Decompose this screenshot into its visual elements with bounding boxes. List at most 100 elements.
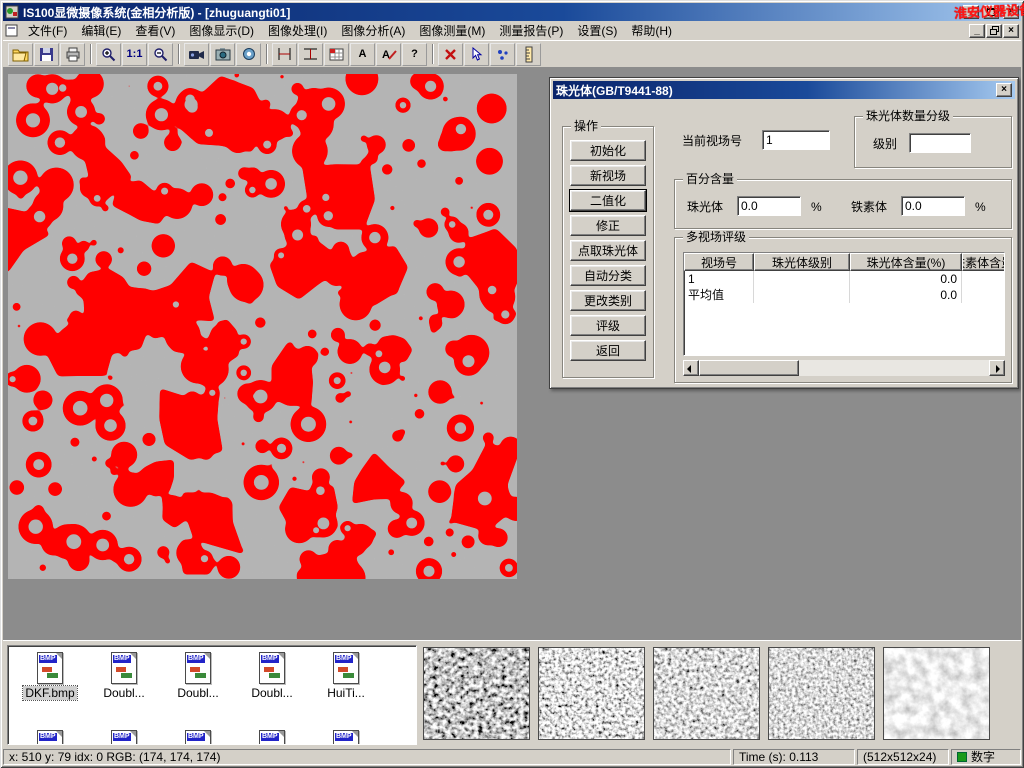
scrollbar-thumb[interactable] [699,360,799,376]
application-window: IS100显微摄像系统(金相分析版) - [zhuguangti01] _ × … [0,0,1024,768]
help-button[interactable]: ? [402,43,427,66]
binarize-button[interactable]: 二值化 [570,190,646,211]
table-row[interactable]: 平均值 0.0 [684,287,1004,303]
caliper-horizontal-icon [277,47,292,61]
menu-file[interactable]: 文件(F) [21,20,74,42]
file-item[interactable]: BMP [88,730,160,745]
change-class-button[interactable]: 更改类别 [570,290,646,311]
grid-measure-button[interactable] [324,43,349,66]
current-field-input[interactable] [762,130,830,150]
pointer-select-button[interactable] [464,43,489,66]
cursor-position-status: x: 510 y: 79 idx: 0 RGB: (174, 174, 174) [3,749,731,765]
cell-content: 0.0 [850,287,962,303]
menu-image-processing[interactable]: 图像处理(I) [261,20,334,42]
thumbnail-1[interactable] [423,647,530,740]
document-icon [5,24,19,37]
return-button[interactable]: 返回 [570,340,646,361]
bmp-badge: BMP [335,733,353,741]
file-item[interactable]: BMP [14,730,86,745]
bmp-badge: BMP [187,733,205,741]
file-item[interactable]: BMP [162,730,234,745]
menu-measure-report[interactable]: 测量报告(P) [492,20,570,42]
thumbnail-3[interactable] [653,647,760,740]
text-label-button[interactable]: A [350,43,375,66]
mdi-minimize-button[interactable]: _ [969,24,985,38]
dialog-close-button[interactable]: × [996,83,1012,97]
grade-button[interactable]: 评级 [570,315,646,336]
lens-icon [242,47,256,61]
cell-field: 1 [684,271,754,287]
pearlite-percent-input[interactable] [737,196,801,216]
table-row[interactable]: 1 0.0 [684,271,1004,287]
cell-extra [962,287,1005,303]
measure-length-button[interactable] [272,43,297,66]
mdi-restore-button[interactable] [986,24,1002,38]
ferrite-percent-input[interactable] [901,196,965,216]
zoom-in-button[interactable] [96,43,121,66]
annotate-button[interactable]: A [376,43,401,66]
current-field-label: 当前视场号 [682,134,742,148]
mdi-close-button[interactable]: × [1003,24,1019,38]
pearlite-label: 珠光体 [687,200,723,214]
pointer-icon [470,47,483,61]
zoom-out-button[interactable] [148,43,173,66]
camera-icon [215,47,231,61]
time-status: Time (s): 0.113 [733,749,855,765]
title-bar: IS100显微摄像系统(金相分析版) - [zhuguangti01] _ × [3,3,1021,21]
dialog-title-bar[interactable]: 珠光体(GB/T9441-88) × [553,81,1015,99]
pick-pearlite-button[interactable]: 点取珠光体 [570,240,646,261]
thumbnail-2[interactable] [538,647,645,740]
status-bar: x: 510 y: 79 idx: 0 RGB: (174, 174, 174)… [3,748,1021,765]
camera-button[interactable] [210,43,235,66]
file-item[interactable]: BMP [236,730,308,745]
file-item[interactable]: BMP Doubl... [88,652,160,700]
file-list[interactable]: BMP DKF.bmp BMP Doubl... BMP Doubl... BM… [7,645,417,745]
printer-icon [65,47,81,62]
percent-group-label: 百分含量 [683,172,737,186]
menu-settings[interactable]: 设置(S) [570,20,624,42]
thumbnail-4[interactable] [768,647,875,740]
file-item[interactable]: BMP [310,730,382,745]
file-name: Doubl... [101,686,146,700]
menu-help[interactable]: 帮助(H) [624,20,679,42]
file-item[interactable]: BMP HuiTi... [310,652,382,700]
menu-image-analysis[interactable]: 图像分析(A) [334,20,412,42]
dialog-title: 珠光体(GB/T9441-88) [556,82,673,99]
ruler-button[interactable] [516,43,541,66]
measure-width-button[interactable] [298,43,323,66]
open-folder-icon [12,47,29,62]
file-name: DKF.bmp [23,686,76,700]
menu-edit[interactable]: 编辑(E) [74,20,128,42]
print-button[interactable] [60,43,85,66]
correct-button[interactable]: 修正 [570,215,646,236]
menu-view[interactable]: 查看(V) [128,20,182,42]
letter-a-icon: A [359,49,367,60]
thumbnail-5[interactable] [883,647,990,740]
particles-icon [496,48,510,61]
one-to-one-icon: 1:1 [127,49,143,60]
cell-content: 0.0 [850,271,962,287]
file-item[interactable]: BMP Doubl... [162,652,234,700]
open-file-button[interactable] [8,43,33,66]
auto-classify-button[interactable]: 自动分类 [570,265,646,286]
image-canvas[interactable] [8,74,517,579]
count-particles-button[interactable] [490,43,515,66]
menu-image-measure[interactable]: 图像测量(M) [412,20,492,42]
video-capture-button[interactable] [184,43,209,66]
window-title: IS100显微摄像系统(金相分析版) - [zhuguangti01] [23,4,959,21]
delete-measure-button[interactable] [438,43,463,66]
file-item[interactable]: BMP Doubl... [236,652,308,700]
initialize-button[interactable]: 初始化 [570,140,646,161]
new-field-button[interactable]: 新视场 [570,165,646,186]
file-item[interactable]: BMP DKF.bmp [14,652,86,700]
menu-image-display[interactable]: 图像显示(D) [182,20,261,42]
level-input[interactable] [909,133,971,153]
save-button[interactable] [34,43,59,66]
scroll-right-button[interactable] [989,360,1005,376]
bmp-file-icon: BMP [185,730,211,745]
live-image-button[interactable] [236,43,261,66]
multifield-group: 多视场评级 视场号 珠光体级别 珠光体含量(%) 铁素体含量(%) 1 0.0 [674,237,1012,383]
table-horizontal-scrollbar[interactable] [683,360,1005,376]
scroll-left-button[interactable] [683,360,699,376]
actual-size-button[interactable]: 1:1 [122,43,147,66]
